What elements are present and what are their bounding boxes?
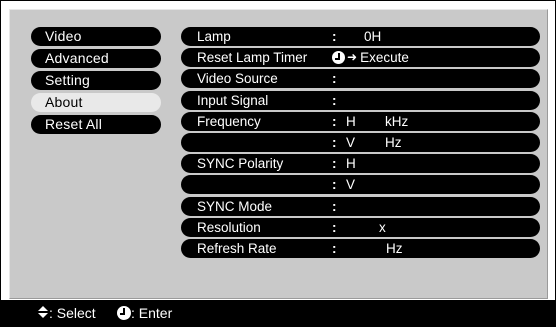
row-label: Video Source xyxy=(197,71,278,87)
sync-polarity-h-label: H xyxy=(346,156,356,172)
menu-item-advanced[interactable]: Advanced xyxy=(31,49,161,68)
frequency-v-label: V xyxy=(346,134,356,150)
row-colon: : xyxy=(332,113,337,129)
execute-label: Execute xyxy=(360,50,409,66)
footer-select-hint: : Select xyxy=(37,300,96,327)
row-reset-lamp-timer[interactable]: Reset Lamp Timer ➜ Execute xyxy=(181,48,540,68)
row-colon: : xyxy=(332,29,337,44)
sync-polarity-v-label: V xyxy=(346,177,356,193)
arrow-right-icon: ➜ xyxy=(347,49,358,64)
execute-control[interactable]: ➜ Execute xyxy=(332,48,409,67)
enter-icon xyxy=(332,50,345,64)
row-video-source: Video Source : xyxy=(181,69,540,89)
row-label: Lamp xyxy=(197,29,231,44)
row-sync-polarity-v: : V xyxy=(181,175,540,195)
about-info-list: Lamp : 0H Reset Lamp Timer ➜ Execute Vide… xyxy=(181,27,540,260)
menu-item-reset-all[interactable]: Reset All xyxy=(31,115,161,134)
menu-item-video[interactable]: Video xyxy=(31,27,161,46)
footer-enter-hint: : Enter xyxy=(117,300,172,327)
row-resolution: Resolution : x xyxy=(181,217,540,237)
menu-item-setting[interactable]: Setting xyxy=(31,71,161,90)
lamp-hours-value: 0H xyxy=(364,29,382,44)
refresh-rate-unit: Hz xyxy=(386,240,403,256)
row-label: Input Signal xyxy=(197,92,269,108)
row-colon: : xyxy=(332,92,337,108)
row-label: SYNC Polarity xyxy=(197,156,284,172)
frequency-h-unit: kHz xyxy=(385,113,409,129)
menu-item-about[interactable]: About xyxy=(31,93,161,112)
frequency-v-unit: Hz xyxy=(385,134,402,150)
main-menu: Video Advanced Setting About Reset All xyxy=(31,27,161,137)
frequency-h-label: H xyxy=(346,113,356,129)
row-sync-mode: SYNC Mode : xyxy=(181,196,540,216)
row-colon: : xyxy=(332,219,337,235)
row-colon: : xyxy=(332,177,337,193)
row-colon: : xyxy=(332,134,337,150)
enter-hint-label: : Enter xyxy=(131,305,173,321)
up-down-arrow-icon xyxy=(37,306,49,319)
row-colon: : xyxy=(332,156,337,172)
select-hint-label: : Select xyxy=(49,305,96,321)
enter-icon xyxy=(117,305,131,320)
row-label: Refresh Rate xyxy=(197,240,277,256)
row-refresh-rate: Refresh Rate : Hz xyxy=(181,238,540,258)
row-frequency-v: : V Hz xyxy=(181,132,540,152)
row-frequency-h: Frequency : H kHz xyxy=(181,111,540,131)
row-colon: : xyxy=(332,71,337,87)
row-colon: : xyxy=(332,198,337,214)
row-label: Resolution xyxy=(197,219,261,235)
help-footer: : Select : Enter xyxy=(0,300,556,327)
row-sync-polarity-h: SYNC Polarity : H xyxy=(181,154,540,174)
row-label: Frequency xyxy=(197,113,261,129)
resolution-value: x xyxy=(379,219,386,235)
row-input-signal: Input Signal : xyxy=(181,90,540,110)
row-lamp: Lamp : 0H xyxy=(181,27,540,46)
row-label: SYNC Mode xyxy=(197,198,273,214)
row-label: Reset Lamp Timer xyxy=(197,50,308,66)
row-colon: : xyxy=(332,240,337,256)
